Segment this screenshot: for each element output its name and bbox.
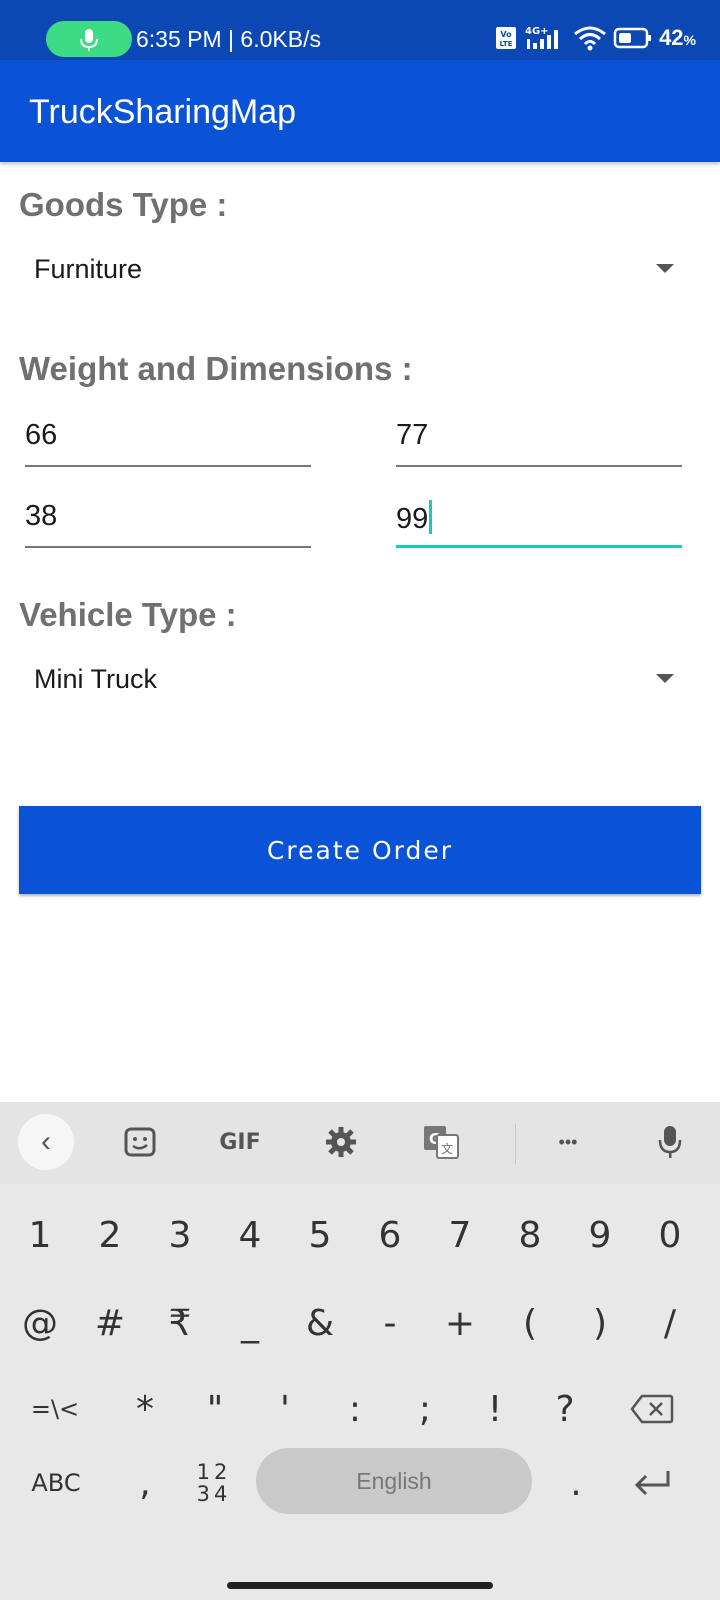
key-at[interactable]: @	[10, 1288, 70, 1358]
goods-type-label: Goods Type :	[19, 186, 228, 223]
height-field[interactable]: 99	[396, 488, 682, 548]
mic-indicator[interactable]	[46, 21, 132, 57]
length-field[interactable]: 77	[396, 407, 682, 467]
svg-text:4G+: 4G+	[525, 26, 549, 37]
key-open-paren[interactable]: (	[500, 1288, 560, 1358]
height-field-value: 99	[396, 503, 429, 535]
weight-field[interactable]: 66	[25, 407, 311, 467]
key-rupee[interactable]: ₹	[150, 1288, 210, 1358]
key-close-paren[interactable]: )	[570, 1288, 630, 1358]
key-single-quote[interactable]: '	[255, 1374, 315, 1444]
abc-key[interactable]: ABC	[18, 1448, 94, 1518]
back-icon[interactable]: ‹	[18, 1114, 74, 1170]
goods-type-dropdown[interactable]: Furniture	[34, 250, 674, 290]
key-7[interactable]: 7	[430, 1200, 490, 1270]
key-9[interactable]: 9	[570, 1200, 630, 1270]
key-period[interactable]: .	[546, 1448, 606, 1518]
app-title: TruckSharingMap	[29, 93, 297, 131]
key-more-symbols[interactable]: =\<	[25, 1374, 85, 1444]
number-pad-toggle[interactable]: 12 34	[184, 1448, 244, 1518]
height-field-wrapper: 99	[396, 500, 433, 536]
create-order-button[interactable]: Create Order	[19, 806, 701, 894]
keyboard-toolbar: ‹ GIF G文 •••	[0, 1102, 720, 1184]
dropdown-arrow-icon	[656, 264, 674, 273]
key-2[interactable]: 2	[80, 1200, 140, 1270]
status-icons: Vo LTE 4G+ 42%	[495, 24, 696, 52]
key-question[interactable]: ?	[535, 1374, 595, 1444]
battery-percentage: 42%	[659, 25, 696, 50]
settings-icon[interactable]	[313, 1114, 369, 1170]
num-toggle-top: 12 34	[196, 1460, 232, 1506]
key-minus[interactable]: -	[360, 1288, 420, 1358]
keyboard: ‹ GIF G文 ••• 1 2 3 4 5 6 7 8 9 0 @ # ₹ _…	[0, 1102, 720, 1600]
key-5[interactable]: 5	[290, 1200, 350, 1270]
key-8[interactable]: 8	[500, 1200, 560, 1270]
length-field-value: 77	[396, 419, 429, 451]
text-cursor	[429, 500, 433, 534]
vehicle-type-dropdown[interactable]: Mini Truck	[34, 660, 674, 700]
width-field-value: 38	[25, 500, 58, 532]
status-bar: 6:35 PM | 6.0KB/s Vo LTE 4G+ 42%	[0, 0, 720, 60]
key-4[interactable]: 4	[220, 1200, 280, 1270]
key-colon[interactable]: :	[325, 1374, 385, 1444]
backspace-icon[interactable]	[622, 1374, 682, 1444]
key-1[interactable]: 1	[10, 1200, 70, 1270]
key-semicolon[interactable]: ;	[395, 1374, 455, 1444]
key-3[interactable]: 3	[150, 1200, 210, 1270]
enter-icon[interactable]	[622, 1448, 682, 1518]
goods-type-value: Furniture	[34, 254, 143, 284]
sticker-icon[interactable]	[112, 1114, 168, 1170]
voice-input-icon[interactable]	[642, 1114, 698, 1170]
key-plus[interactable]: +	[430, 1288, 490, 1358]
svg-text:Vo: Vo	[500, 30, 512, 39]
mic-icon	[80, 29, 98, 51]
gif-icon[interactable]: GIF	[212, 1114, 268, 1170]
translate-icon[interactable]: G文	[413, 1114, 469, 1170]
wifi-icon	[574, 26, 606, 51]
app-bar: TruckSharingMap	[0, 60, 720, 162]
width-field[interactable]: 38	[25, 488, 311, 548]
key-comma[interactable]: ,	[115, 1448, 175, 1518]
key-hash[interactable]: #	[80, 1288, 140, 1358]
vehicle-type-value: Mini Truck	[34, 664, 158, 694]
key-6[interactable]: 6	[360, 1200, 420, 1270]
svg-text:文: 文	[441, 1141, 453, 1156]
key-exclamation[interactable]: !	[465, 1374, 525, 1444]
key-slash[interactable]: /	[640, 1288, 700, 1358]
navigation-handle[interactable]	[227, 1582, 493, 1589]
more-icon[interactable]: •••	[540, 1114, 596, 1170]
weight-field-value: 66	[25, 419, 58, 451]
svg-text:LTE: LTE	[500, 40, 513, 48]
battery-icon	[613, 27, 652, 49]
key-double-quote[interactable]: "	[185, 1374, 245, 1444]
key-ampersand[interactable]: &	[290, 1288, 350, 1358]
volte-icon: Vo LTE	[496, 27, 517, 49]
key-underscore[interactable]: _	[220, 1288, 280, 1358]
status-time: 6:35 PM | 6.0KB/s	[136, 26, 321, 52]
key-asterisk[interactable]: *	[115, 1374, 175, 1444]
toolbar-divider	[515, 1124, 516, 1164]
space-bar[interactable]: English	[256, 1448, 532, 1514]
signal-icon: 4G+	[525, 26, 559, 49]
weight-dimensions-label: Weight and Dimensions :	[19, 350, 413, 387]
dropdown-arrow-icon	[656, 674, 674, 683]
key-0[interactable]: 0	[640, 1200, 700, 1270]
vehicle-type-label: Vehicle Type :	[19, 596, 237, 633]
